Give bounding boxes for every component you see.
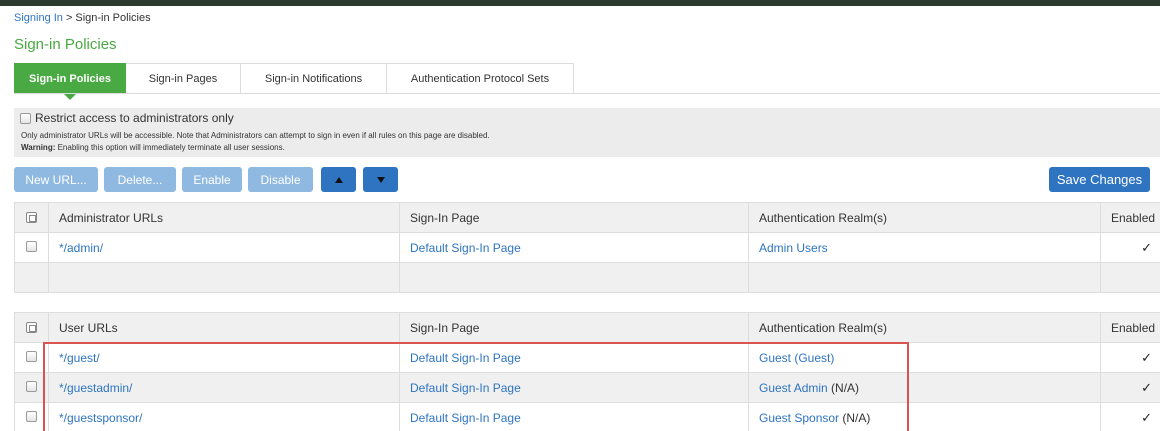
row-checkbox[interactable] [26, 410, 37, 422]
realm-cell: Guest Sponsor (N/A) [748, 402, 1101, 431]
url-cell: */guestsponsor/ [48, 402, 400, 431]
empty-cell [748, 262, 1101, 293]
tab-bar: Sign-in Policies Sign-in Pages Sign-in N… [14, 63, 574, 100]
realm-note: (N/A) [827, 380, 860, 395]
check-icon: ✓ [1141, 379, 1152, 395]
arrow-down-icon [376, 176, 385, 183]
select-all-cell [14, 202, 49, 233]
restrict-admin-label: Restrict access to administrators only [35, 111, 234, 125]
table-row-empty [14, 262, 1160, 293]
table-row: */admin/ Default Sign-In Page Admin User… [14, 232, 1160, 263]
column-header: Enabled [1100, 312, 1160, 343]
column-header: Authentication Realm(s) [748, 312, 1101, 343]
enabled-cell: ✓ [1100, 232, 1160, 263]
column-header: Administrator URLs [48, 202, 400, 233]
sign-in-page-link[interactable]: Default Sign-In Page [410, 351, 521, 365]
top-bar [0, 0, 1160, 6]
table-header-row: Administrator URLs Sign-In Page Authenti… [14, 202, 1160, 233]
table-header-row: User URLs Sign-In Page Authentication Re… [14, 312, 1160, 343]
move-up-button[interactable] [321, 167, 356, 192]
empty-cell [14, 262, 49, 293]
realm-cell: Guest (Guest) [748, 342, 1101, 373]
realm-note: (Guest) [791, 350, 835, 365]
column-header: Enabled [1100, 202, 1160, 233]
row-checkbox[interactable] [26, 350, 37, 362]
column-header: Authentication Realm(s) [748, 202, 1101, 233]
restrict-access-panel: Restrict access to administrators only O… [14, 108, 1160, 157]
sign-in-page-cell: Default Sign-In Page [399, 372, 749, 403]
tab-divider [14, 93, 1160, 94]
page-title: Sign-in Policies [14, 36, 117, 53]
realm-link[interactable]: Admin Users [759, 241, 828, 255]
row-select-cell [14, 342, 49, 373]
url-cell: */guest/ [48, 342, 400, 373]
enabled-cell: ✓ [1100, 342, 1160, 373]
realm-link[interactable]: Guest Admin [759, 381, 828, 395]
tab-authentication-protocol-sets[interactable]: Authentication Protocol Sets [387, 63, 574, 94]
restrict-admin-checkbox[interactable] [20, 113, 31, 124]
tab-sign-in-pages[interactable]: Sign-in Pages [126, 63, 241, 94]
select-all-checkbox[interactable] [26, 211, 37, 223]
url-cell: */admin/ [48, 232, 400, 263]
column-header: User URLs [48, 312, 400, 343]
select-all-checkbox[interactable] [26, 321, 37, 333]
realm-link[interactable]: Guest [759, 351, 791, 365]
breadcrumb-current: Sign-in Policies [75, 12, 151, 24]
move-down-button[interactable] [363, 167, 398, 192]
save-changes-button[interactable]: Save Changes [1049, 167, 1150, 192]
breadcrumb: Signing In > Sign-in Policies [14, 12, 151, 24]
check-icon: ✓ [1141, 239, 1152, 255]
table-row: */guest/ Default Sign-In Page Guest (Gue… [14, 342, 1160, 373]
empty-cell [399, 262, 749, 293]
realm-cell: Guest Admin (N/A) [748, 372, 1101, 403]
tab-sign-in-policies[interactable]: Sign-in Policies [14, 63, 126, 100]
row-select-cell [14, 232, 49, 263]
admin-urls-table: Administrator URLs Sign-In Page Authenti… [14, 202, 1160, 293]
delete-button[interactable]: Delete... [104, 167, 176, 192]
empty-cell [1100, 262, 1160, 293]
column-header: Sign-In Page [399, 202, 749, 233]
sign-in-page-link[interactable]: Default Sign-In Page [410, 411, 521, 425]
arrow-up-icon [334, 176, 343, 183]
select-all-cell [14, 312, 49, 343]
row-checkbox[interactable] [26, 380, 37, 392]
new-url-button[interactable]: New URL... [14, 167, 98, 192]
realm-link[interactable]: Guest Sponsor [759, 411, 839, 425]
check-icon: ✓ [1141, 349, 1152, 365]
url-link[interactable]: */guest/ [59, 351, 100, 365]
breadcrumb-signing-in-link[interactable]: Signing In [14, 12, 63, 24]
row-checkbox[interactable] [26, 240, 37, 252]
table-row: */guestadmin/ Default Sign-In Page Guest… [14, 372, 1160, 403]
tab-sign-in-notifications[interactable]: Sign-in Notifications [241, 63, 387, 94]
sign-in-page-cell: Default Sign-In Page [399, 232, 749, 263]
enabled-cell: ✓ [1100, 372, 1160, 403]
realm-note: (N/A) [839, 410, 871, 425]
warning-label: Warning: [21, 143, 56, 152]
sign-in-page-link[interactable]: Default Sign-In Page [410, 381, 521, 395]
url-cell: */guestadmin/ [48, 372, 400, 403]
url-link[interactable]: */guestadmin/ [59, 381, 132, 395]
disable-button[interactable]: Disable [248, 167, 313, 192]
enabled-cell: ✓ [1100, 402, 1160, 431]
realm-cell: Admin Users [748, 232, 1101, 263]
sign-in-page-link[interactable]: Default Sign-In Page [410, 241, 521, 255]
sign-in-page-cell: Default Sign-In Page [399, 402, 749, 431]
restrict-note: Only administrator URLs will be accessib… [21, 131, 490, 140]
check-icon: ✓ [1141, 409, 1152, 425]
column-header: Sign-In Page [399, 312, 749, 343]
row-select-cell [14, 402, 49, 431]
warning-text: Enabling this option will immediately te… [55, 143, 285, 152]
breadcrumb-separator: > [65, 12, 73, 24]
row-select-cell [14, 372, 49, 403]
user-urls-table: User URLs Sign-In Page Authentication Re… [14, 312, 1160, 431]
table-row: */guestsponsor/ Default Sign-In Page Gue… [14, 402, 1160, 431]
restrict-warning: Warning: Enabling this option will immed… [21, 143, 285, 152]
enable-button[interactable]: Enable [182, 167, 242, 192]
url-link[interactable]: */guestsponsor/ [59, 411, 142, 425]
empty-cell [48, 262, 400, 293]
sign-in-page-cell: Default Sign-In Page [399, 342, 749, 373]
url-link[interactable]: */admin/ [59, 241, 103, 255]
